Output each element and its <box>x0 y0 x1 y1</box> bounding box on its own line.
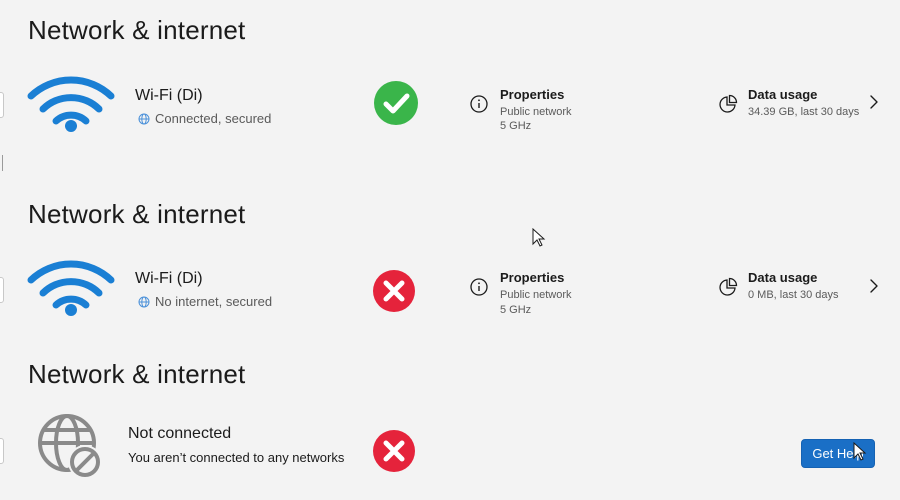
globe-icon <box>138 113 150 124</box>
connection-status-text: Connected, secured <box>155 111 272 126</box>
not-connected-title: Not connected <box>128 425 232 442</box>
info-icon <box>470 278 488 296</box>
not-connected-subtitle: You aren’t connected to any networks <box>128 451 344 464</box>
scrollbar-tab[interactable] <box>0 92 4 118</box>
mouse-cursor-icon <box>853 442 867 461</box>
scrollbar-thumb[interactable] <box>2 155 3 171</box>
page-title: Network & internet <box>28 199 246 229</box>
connection-status-text: No internet, secured <box>155 294 273 309</box>
connection-status: Connected, secured <box>138 112 271 125</box>
network-band: 5 GHz <box>500 304 532 316</box>
scrollbar-tab[interactable] <box>0 277 4 303</box>
data-usage-link[interactable]: Data usage <box>748 271 817 284</box>
wifi-icon <box>27 76 115 132</box>
mouse-cursor-icon <box>532 228 546 247</box>
not-connected-subtitle-text: You aren’t connected to any networks <box>128 450 345 465</box>
globe-icon <box>138 296 150 307</box>
chevron-right-icon[interactable] <box>869 95 879 109</box>
properties-link[interactable]: Properties <box>500 88 564 101</box>
page-title: Network & internet <box>28 15 246 45</box>
connection-status: No internet, secured <box>138 295 272 308</box>
network-type: Public network <box>500 289 572 301</box>
data-usage-link[interactable]: Data usage <box>748 88 817 101</box>
globe-blocked-icon <box>38 414 102 479</box>
properties-link[interactable]: Properties <box>500 271 564 284</box>
pie-chart-icon <box>719 94 738 113</box>
wifi-icon <box>27 260 115 316</box>
chevron-right-icon[interactable] <box>869 279 879 293</box>
data-usage-value: 34.39 GB, last 30 days <box>748 106 860 118</box>
data-usage-value: 0 MB, last 30 days <box>748 289 839 301</box>
page-title: Network & internet <box>28 359 246 389</box>
scrollbar-tab[interactable] <box>0 438 4 464</box>
network-band: 5 GHz <box>500 120 532 132</box>
network-name: Wi-Fi (Di) <box>135 270 203 287</box>
info-icon <box>470 95 488 113</box>
pie-chart-icon <box>719 277 738 296</box>
x-circle-icon <box>373 270 415 312</box>
network-name: Wi-Fi (Di) <box>135 87 203 104</box>
check-circle-icon <box>374 81 418 125</box>
x-circle-icon <box>373 430 415 472</box>
network-type: Public network <box>500 106 572 118</box>
